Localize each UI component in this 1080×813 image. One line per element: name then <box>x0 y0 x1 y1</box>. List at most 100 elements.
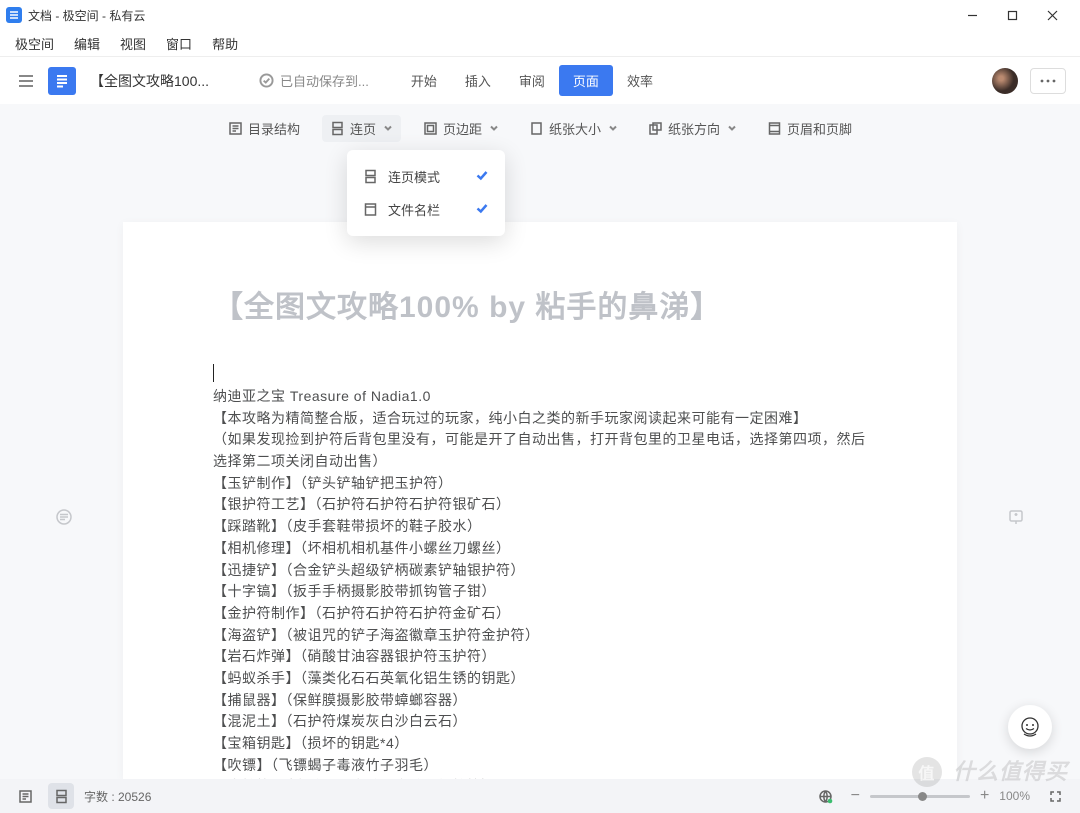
sb-outline-button[interactable] <box>12 783 38 809</box>
menubar: 极空间 编辑 视图 窗口 帮助 <box>0 30 1080 56</box>
continuous-icon <box>363 169 378 184</box>
doc-line: 【岩石炸弹】（硝酸甘油容器银护符玉护符） <box>213 646 867 668</box>
doc-line: 【银护符工艺】（石护符石护符石护符银矿石） <box>213 494 867 516</box>
doc-line: 【蚂蚁杀手】（藻类化石石英氧化铝生锈的钥匙） <box>213 668 867 690</box>
subitem-orientation-label: 纸张方向 <box>668 119 720 138</box>
dropdown-item-filename-bar[interactable]: 文件名栏 <box>347 193 505 226</box>
tab-page[interactable]: 页面 <box>559 65 613 96</box>
window-title: 文档 - 极空间 - 私有云 <box>28 7 145 24</box>
sb-fullscreen-button[interactable] <box>1042 783 1068 809</box>
minimize-button[interactable] <box>952 1 992 29</box>
check-icon <box>475 168 489 185</box>
document-body[interactable]: 纳迪亚之宝 Treasure of Nadia1.0【本攻略为精简整合版，适合玩… <box>213 386 867 779</box>
help-float-button[interactable] <box>1008 705 1052 749</box>
tab-efficiency[interactable]: 效率 <box>613 65 667 96</box>
gutter-left-icon[interactable] <box>55 508 73 531</box>
more-button[interactable] <box>1030 68 1066 94</box>
subitem-margins-label: 页边距 <box>443 119 482 138</box>
doc-line: 【相机修理】（坏相机相机基件小螺丝刀螺丝） <box>213 538 867 560</box>
doc-line: 【玉铲制作】（铲头铲轴铲把玉护符） <box>213 473 867 495</box>
continuous-dropdown: 连页模式 文件名栏 <box>347 150 505 236</box>
menu-edit[interactable]: 编辑 <box>65 32 109 55</box>
zoom-in-button[interactable]: + <box>980 787 989 805</box>
doc-line: 【海盗铲】（被诅咒的铲子海盗徽章玉护符金护符） <box>213 625 867 647</box>
subitem-outline-label: 目录结构 <box>248 119 300 138</box>
menu-help[interactable]: 帮助 <box>203 32 247 55</box>
dropdown-item-label: 文件名栏 <box>388 200 440 219</box>
zoom-level: 100% <box>999 789 1030 803</box>
headerfooter-icon <box>767 121 782 136</box>
chevron-down-icon <box>489 121 499 136</box>
avatar[interactable] <box>992 68 1018 94</box>
orientation-icon <box>648 121 663 136</box>
close-button[interactable] <box>1032 1 1072 29</box>
dropdown-item-label: 连页模式 <box>388 167 440 186</box>
titlebar-left: 文档 - 极空间 - 私有云 <box>6 7 145 24</box>
margins-icon <box>423 121 438 136</box>
subitem-papersize-label: 纸张大小 <box>549 119 601 138</box>
statusbar: 字数 : 20526 − + 100% <box>0 779 1080 813</box>
save-status-text: 已自动保存到... <box>280 71 369 90</box>
menu-jikongjian[interactable]: 极空间 <box>6 32 63 55</box>
continuous-icon <box>330 121 345 136</box>
sb-continuous-button[interactable] <box>48 783 74 809</box>
doc-line: （如果发现捡到护符后背包里没有，可能是开了自动出售，打开背包里的卫星电话，选择第… <box>213 429 867 472</box>
subitem-continuous-label: 连页 <box>350 119 376 138</box>
doc-line: 【捕鼠器】（保鲜膜摄影胶带蟑螂容器） <box>213 690 867 712</box>
subitem-orientation[interactable]: 纸张方向 <box>640 115 745 142</box>
subitem-margins[interactable]: 页边距 <box>415 115 507 142</box>
doc-line: 【踩踏靴】（皮手套鞋带损坏的鞋子胶水） <box>213 516 867 538</box>
statusbar-right: − + 100% <box>813 783 1068 809</box>
toolbar-right <box>992 68 1066 94</box>
doc-line: 【混泥土】（石护符煤炭灰白沙白云石） <box>213 711 867 733</box>
check-circle-icon <box>259 73 274 88</box>
zoom-control: − + 100% <box>851 787 1030 805</box>
subitem-continuous[interactable]: 连页 <box>322 115 401 142</box>
outline-icon <box>228 121 243 136</box>
subitem-papersize[interactable]: 纸张大小 <box>521 115 626 142</box>
maximize-button[interactable] <box>992 1 1032 29</box>
chevron-down-icon <box>727 121 737 136</box>
doc-line: 【迅捷铲】（合金铲头超级铲柄碳素铲轴银护符） <box>213 560 867 582</box>
ribbon-tabs: 开始 插入 审阅 页面 效率 <box>397 65 667 96</box>
doc-line: 【本攻略为精简整合版，适合玩过的玩家，纯小白之类的新手玩家阅读起来可能有一定困难… <box>213 408 867 430</box>
tab-review[interactable]: 审阅 <box>505 65 559 96</box>
menu-window[interactable]: 窗口 <box>157 32 201 55</box>
hamburger-icon[interactable] <box>14 69 38 93</box>
doc-line: 【十字镐】（扳手手柄摄影胶带抓钩管子钳） <box>213 581 867 603</box>
subitem-headerfooter-label: 页眉和页脚 <box>787 119 852 138</box>
zoom-slider[interactable] <box>870 795 970 798</box>
subitem-headerfooter[interactable]: 页眉和页脚 <box>759 115 860 142</box>
filenamebar-icon <box>363 202 378 217</box>
pagesize-icon <box>529 121 544 136</box>
doc-line: 【宝箱钥匙】（损坏的钥匙*4） <box>213 733 867 755</box>
save-status: 已自动保存到... <box>259 71 369 90</box>
subtoolbar: 目录结构 连页 页边距 纸张大小 纸张方向 页眉和页脚 <box>0 104 1080 152</box>
app-logo-icon <box>6 7 22 23</box>
doc-line: 纳迪亚之宝 Treasure of Nadia1.0 <box>213 386 867 408</box>
document-page: 【全图文攻略100% by 粘手的鼻涕】 纳迪亚之宝 Treasure of N… <box>123 222 957 779</box>
gutter-right-icon[interactable] <box>1007 508 1025 531</box>
window-controls <box>952 1 1072 29</box>
sb-globe-button[interactable] <box>813 783 839 809</box>
subtoolbar-wrap: 目录结构 连页 页边距 纸张大小 纸张方向 页眉和页脚 <box>0 104 1080 153</box>
document-title: 【全图文攻略100... <box>90 71 209 91</box>
menu-view[interactable]: 视图 <box>111 32 155 55</box>
main-toolbar: 【全图文攻略100... 已自动保存到... 开始 插入 审阅 页面 效率 <box>0 56 1080 104</box>
workspace[interactable]: 【全图文攻略100% by 粘手的鼻涕】 纳迪亚之宝 Treasure of N… <box>0 152 1080 779</box>
dropdown-item-continuous-mode[interactable]: 连页模式 <box>347 160 505 193</box>
page-heading: 【全图文攻略100% by 粘手的鼻涕】 <box>213 282 867 326</box>
tab-insert[interactable]: 插入 <box>451 65 505 96</box>
doc-icon <box>48 67 76 95</box>
subitem-outline[interactable]: 目录结构 <box>220 115 308 142</box>
doc-line: 【金护符制作】（石护符石护符石护符金矿石） <box>213 603 867 625</box>
chevron-down-icon <box>383 121 393 136</box>
titlebar: 文档 - 极空间 - 私有云 <box>0 0 1080 30</box>
check-icon <box>475 201 489 218</box>
tab-start[interactable]: 开始 <box>397 65 451 96</box>
toolbar-left: 【全图文攻略100... <box>14 67 209 95</box>
zoom-out-button[interactable]: − <box>851 787 860 805</box>
chevron-down-icon <box>608 121 618 136</box>
doc-line: 【吹镖】（飞镖蝎子毒液竹子羽毛） <box>213 755 867 777</box>
text-cursor <box>213 364 214 382</box>
